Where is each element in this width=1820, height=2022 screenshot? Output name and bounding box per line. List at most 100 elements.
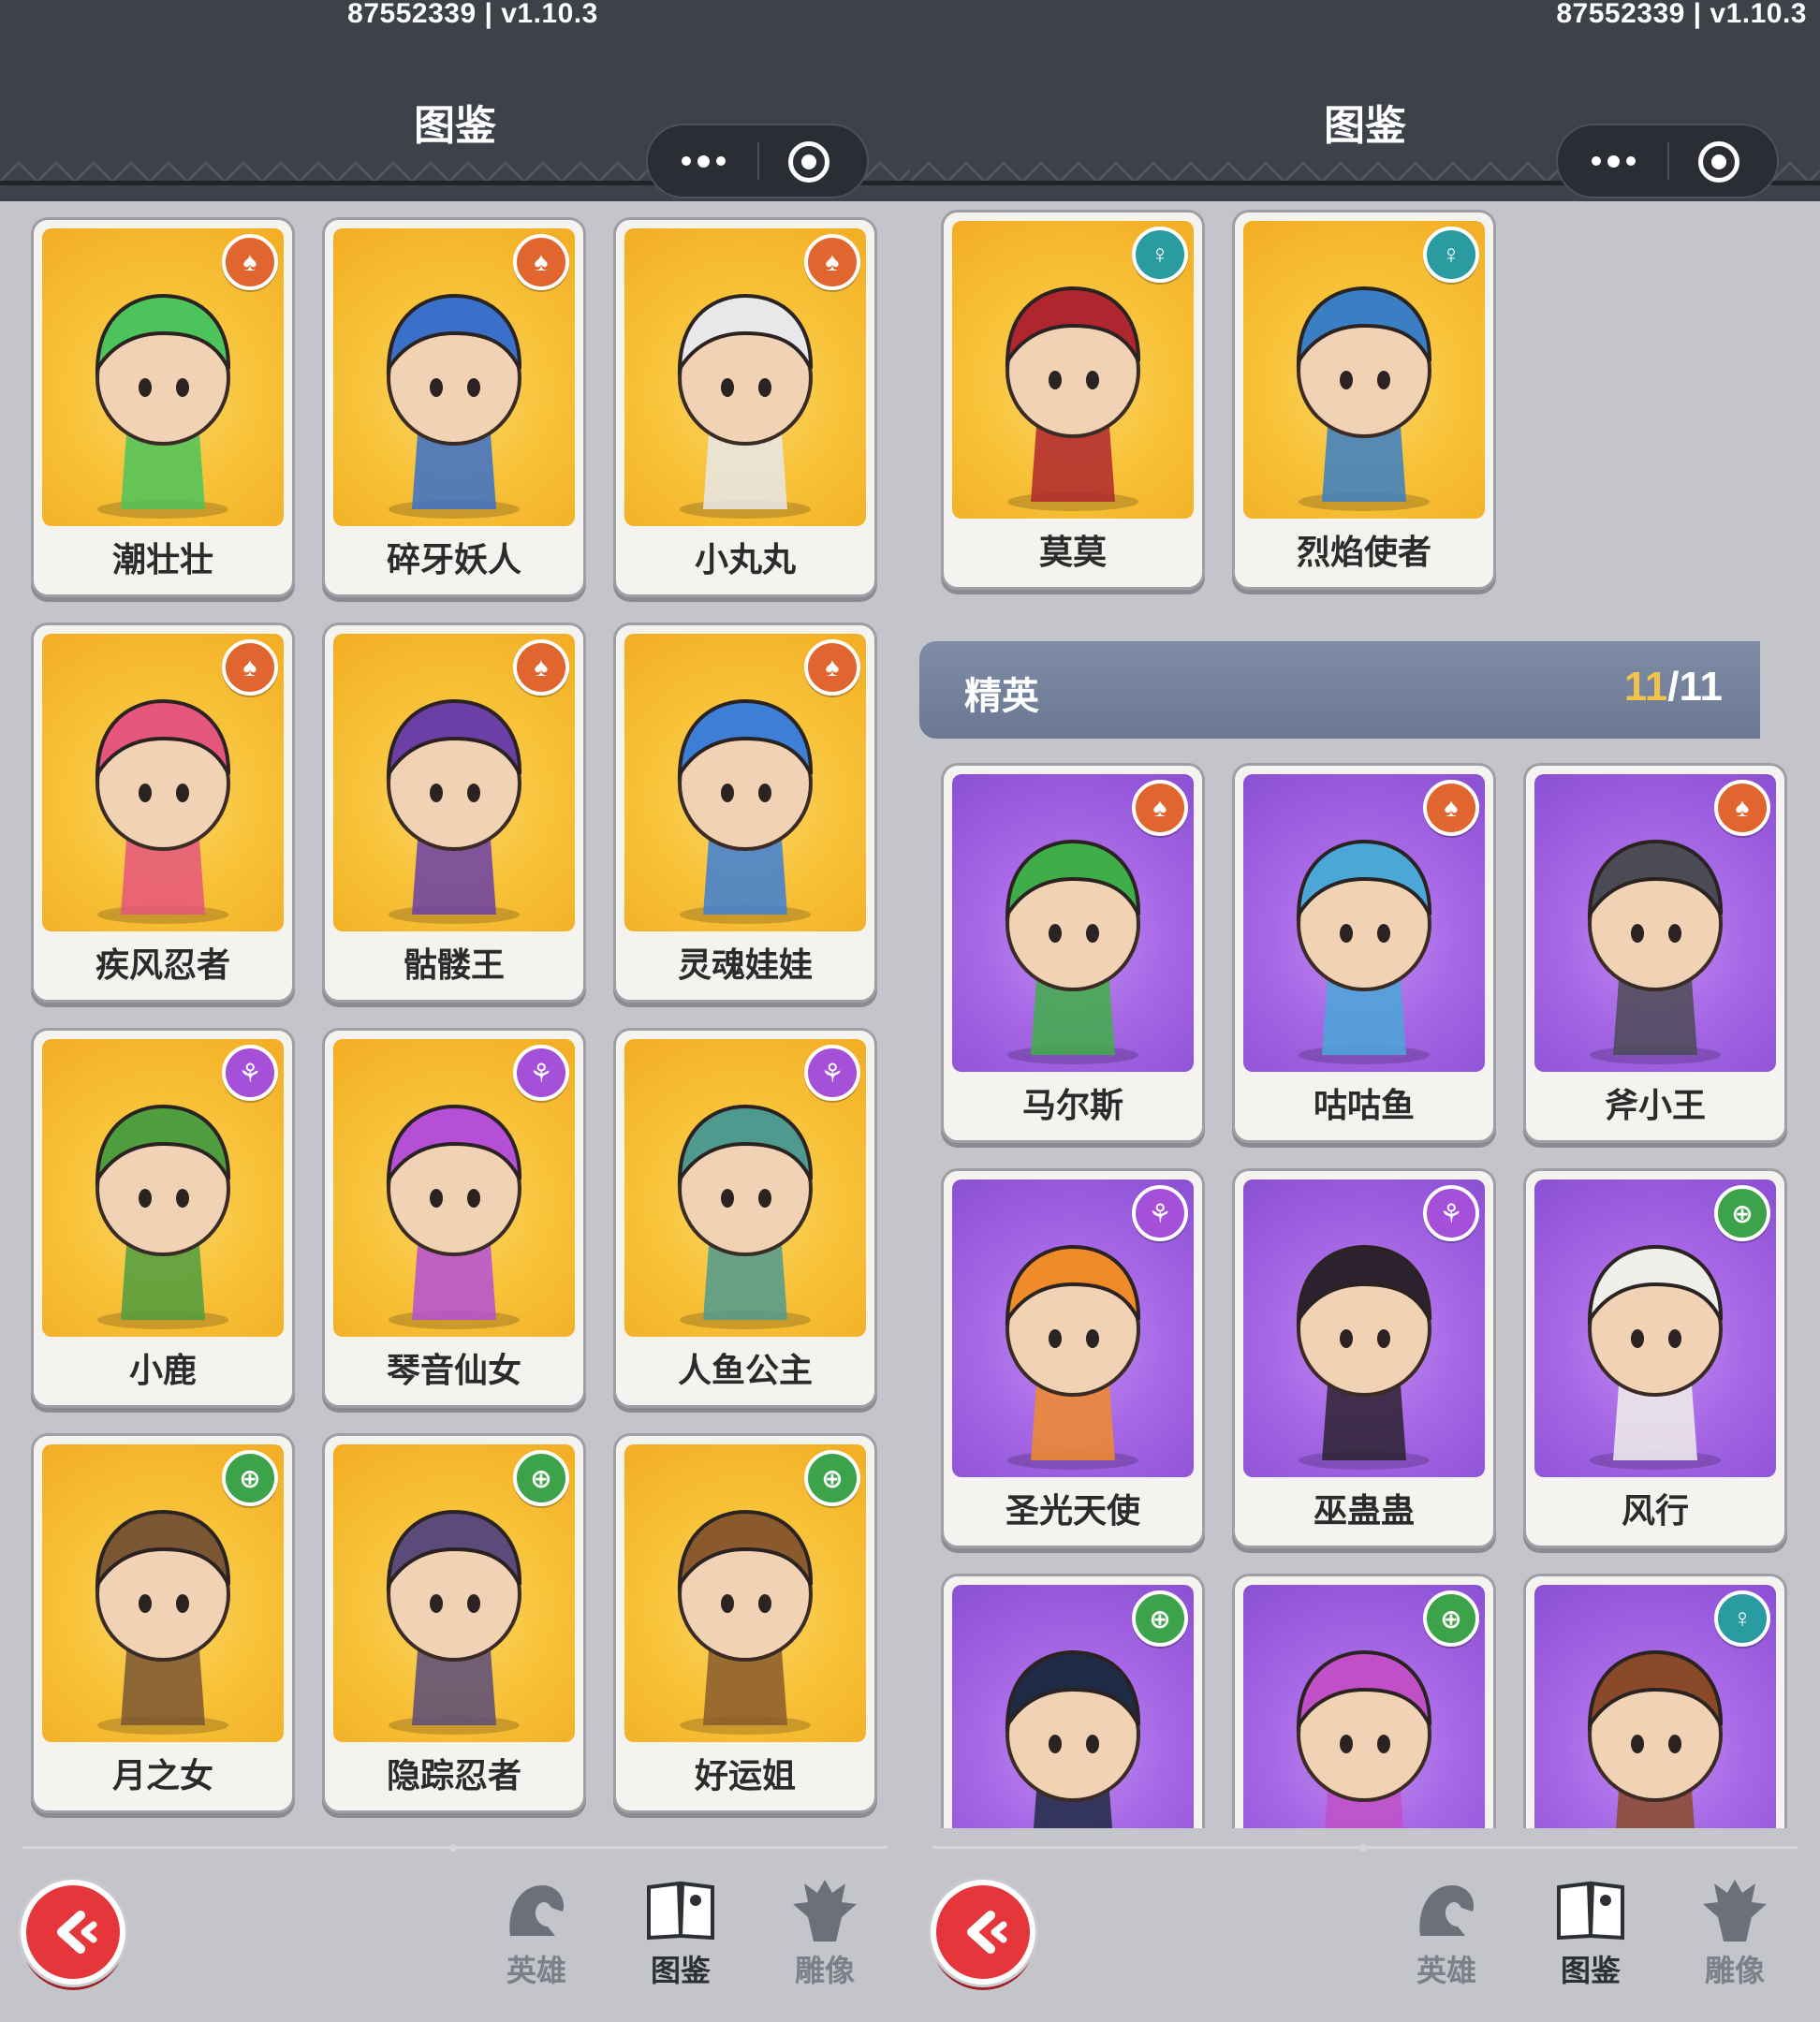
nav-codex-label: 图鉴 [650,1954,711,1987]
book-icon [1557,1881,1624,1941]
hero-card[interactable]: ♠ 斧小王 [1523,763,1787,1143]
shield-icon: ⊕ [1714,1185,1770,1241]
footer-divider [932,1844,1798,1852]
hero-card[interactable]: ⊕ 好运姐 [613,1433,877,1813]
capsule-divider [1667,142,1669,180]
back-button[interactable] [931,1880,1035,1985]
hero-name: 疾风忍者 [95,945,230,984]
hero-portrait: ⊕ [42,1444,284,1742]
hero-card[interactable]: ⊕ [941,1574,1205,1828]
hero-name: 人鱼公主 [677,1351,813,1389]
hero-portrait: ⊕ [1534,1180,1776,1477]
hero-card[interactable]: ⚘ 小鹿 [31,1028,295,1408]
hero-portrait: ♠ [333,634,575,931]
nav-codex[interactable]: 图鉴 [1539,1872,1642,1994]
nav-statue-label: 雕像 [794,1954,855,1987]
hero-name: 隐踪忍者 [386,1756,521,1795]
hero-card[interactable]: ⚘ 人鱼公主 [613,1028,877,1408]
hero-name: 碎牙妖人 [386,540,521,579]
hero-name: 咕咕鱼 [1313,1086,1415,1124]
footer-divider [22,1844,888,1852]
key-icon: ♀ [1423,227,1479,283]
nav-heroes[interactable]: 英雄 [485,1872,588,1994]
hero-card[interactable]: ♀ [1523,1574,1787,1828]
hero-name: 灵魂娃娃 [677,945,813,984]
fist-icon: ♠ [513,234,569,290]
hero-portrait: ♀ [952,221,1194,519]
section-count: 11/11 [1624,664,1723,711]
hero-portrait: ⊕ [952,1585,1194,1828]
fist-icon: ♠ [222,639,278,696]
hero-portrait: ⚘ [1243,1180,1485,1477]
hero-name: 月之女 [111,1756,213,1795]
hero-card[interactable]: ⊕ 隐踪忍者 [322,1433,586,1813]
hero-name: 小丸丸 [694,540,796,579]
fist-icon: ♠ [804,639,860,696]
hero-card[interactable]: ♠ 咕咕鱼 [1232,763,1496,1143]
hero-portrait: ♠ [952,774,1194,1072]
hero-portrait: ♀ [1243,221,1485,519]
nav-statue[interactable]: 雕像 [1683,1872,1786,1994]
nav-codex[interactable]: 图鉴 [629,1872,732,1994]
hero-portrait: ⚘ [42,1039,284,1337]
back-arrow-icon [57,1911,97,1954]
hero-portrait: ♠ [1243,774,1485,1072]
statue-icon [793,1880,857,1941]
fist-icon: ♠ [804,234,860,290]
potion-icon: ⚘ [1423,1185,1479,1241]
hero-card[interactable]: ⚘ 圣光天使 [941,1168,1205,1548]
hero-card[interactable]: ⊕ [1232,1574,1496,1828]
hero-name: 马尔斯 [1021,1086,1123,1124]
nav-statue[interactable]: 雕像 [773,1872,876,1994]
title-bar: 87552339 | v1.10.3 图鉴 [0,0,910,201]
hero-name: 圣光天使 [1005,1491,1140,1530]
nav-heroes-label: 英雄 [1416,1954,1476,1987]
hero-portrait: ⊕ [333,1444,575,1742]
hero-card[interactable]: ⊕ 风行 [1523,1168,1787,1548]
hero-portrait: ⚘ [952,1180,1194,1477]
hero-portrait: ⚘ [333,1039,575,1337]
hero-card[interactable]: ♠ 马尔斯 [941,763,1205,1143]
shield-icon: ⊕ [804,1450,860,1506]
card-grid: ♠ 潮壮壮 ♠ 碎牙妖人 ♠ 小丸丸 ♠ 疾风忍者 ♠ 骷髅王 ♠ 灵魂娃娃 ⚘ 小鹿 ⚘ 琴音仙女 ⚘ 人鱼公主… [0,185,910,1828]
hero-portrait: ♠ [42,228,284,526]
card-grid: 精英 11/11 ♀ 莫莫 ♀ 烈焰使者 ♠ 马尔斯 ♠ 咕咕鱼 ♠ 斧小王 ⚘ 圣光天使 ⚘ 巫蛊蛊 ⊕ 风… [910,185,1820,1828]
statue-icon [1703,1880,1767,1941]
codex-screen-right: 87552339 | v1.10.3 图鉴 精英 11/11 ♀ 莫莫 ♀ 烈焰使者 ♠… [910,0,1820,2022]
version-label: 87552339 | v1.10.3 [347,0,598,29]
fist-icon: ♠ [1714,780,1770,836]
hero-card[interactable]: ♠ 碎牙妖人 [322,217,586,597]
book-icon [647,1881,714,1941]
hero-card[interactable]: ♠ 潮壮壮 [31,217,295,597]
back-button[interactable] [21,1880,125,1985]
hero-portrait: ⚘ [624,1039,866,1337]
hero-card[interactable]: ♀ 烈焰使者 [1232,210,1496,590]
hero-card[interactable]: ⚘ 巫蛊蛊 [1232,1168,1496,1548]
hero-name: 风行 [1621,1491,1689,1530]
potion-icon: ⚘ [222,1045,278,1101]
hero-card[interactable]: ♀ 莫莫 [941,210,1205,590]
hero-portrait: ♠ [42,634,284,931]
hero-name: 斧小王 [1604,1086,1706,1124]
hero-card[interactable]: ⊕ 月之女 [31,1433,295,1813]
shield-icon: ⊕ [1132,1590,1188,1647]
nav-heroes-label: 英雄 [506,1954,566,1987]
hero-card[interactable]: ♠ 灵魂娃娃 [613,623,877,1003]
potion-icon: ⚘ [1132,1185,1188,1241]
hero-card[interactable]: ♠ 疾风忍者 [31,623,295,1003]
hero-name: 小鹿 [128,1351,197,1389]
hero-helmet-icon [1419,1885,1475,1936]
close-target-button[interactable] [1698,141,1739,183]
shield-icon: ⊕ [222,1450,278,1506]
shield-icon: ⊕ [513,1450,569,1506]
hero-card[interactable]: ♠ 骷髅王 [322,623,586,1003]
close-target-button[interactable] [788,141,829,183]
hero-card[interactable]: ♠ 小丸丸 [613,217,877,597]
hero-name: 莫莫 [1038,533,1107,571]
potion-icon: ⚘ [804,1045,860,1101]
hero-card[interactable]: ⚘ 琴音仙女 [322,1028,586,1408]
nav-heroes[interactable]: 英雄 [1395,1872,1498,1994]
hero-portrait: ♠ [624,634,866,931]
fist-icon: ♠ [222,234,278,290]
hero-portrait: ♀ [1534,1585,1776,1828]
